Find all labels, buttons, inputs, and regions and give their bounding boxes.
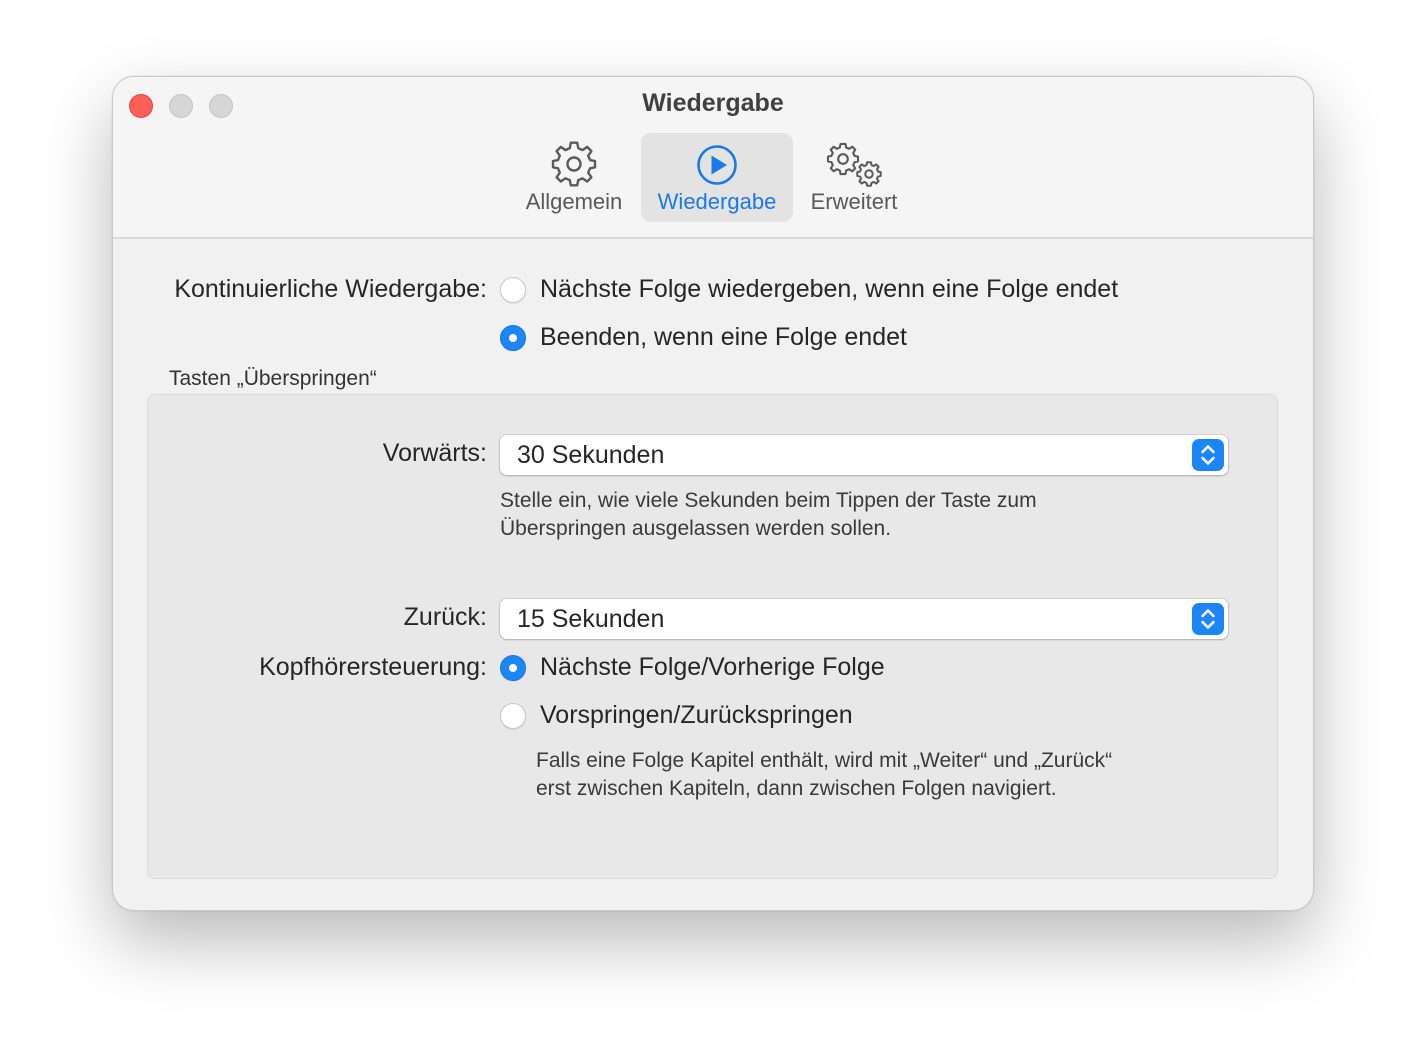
- forward-hint-line-1: Stelle ein, wie viele Sekunden beim Tipp…: [500, 489, 1037, 512]
- forward-hint-line-2: Überspringen ausgelassen werden sollen.: [500, 517, 892, 540]
- headphone-hint-line-1: Falls eine Folge Kapitel enthält, wird m…: [536, 749, 1113, 772]
- headphone-control-label: Kopfhörersteuerung:: [259, 653, 487, 681]
- radio-next-episode-label[interactable]: Nächste Folge wiedergeben, wenn eine Fol…: [540, 275, 1118, 304]
- chevron-up-down-icon: [1192, 439, 1224, 471]
- radio-skip-forward-back-label[interactable]: Vorspringen/Zurückspringen: [540, 701, 853, 730]
- title-bar: Wiedergabe Allgemein Wiedergabe Erweiter…: [113, 77, 1313, 239]
- radio-next-previous-episode[interactable]: [500, 655, 526, 681]
- radio-skip-forward-back[interactable]: [500, 703, 526, 729]
- tab-wiedergabe[interactable]: Wiedergabe: [641, 133, 793, 222]
- back-popup[interactable]: 15 Sekunden: [500, 599, 1228, 639]
- skip-buttons-group-title: Tasten „Überspringen“: [169, 367, 377, 390]
- preferences-window: Wiedergabe Allgemein Wiedergabe Erweiter…: [112, 76, 1314, 911]
- back-popup-value: 15 Sekunden: [517, 605, 665, 633]
- radio-stop-playback[interactable]: [500, 325, 526, 351]
- forward-label: Vorwärts:: [382, 439, 487, 467]
- tab-allgemein[interactable]: Allgemein: [511, 133, 637, 222]
- forward-popup[interactable]: 30 Sekunden: [500, 435, 1228, 475]
- chevron-up-down-icon: [1192, 603, 1224, 635]
- tab-label: Wiedergabe: [657, 189, 777, 214]
- back-label: Zurück:: [403, 603, 487, 631]
- radio-stop-playback-label[interactable]: Beenden, wenn eine Folge endet: [540, 323, 907, 352]
- tab-label: Erweitert: [810, 189, 898, 214]
- play-circle-icon: [641, 141, 793, 187]
- radio-next-previous-episode-label[interactable]: Nächste Folge/Vorherige Folge: [540, 653, 885, 682]
- headphone-hint-line-2: erst zwischen Kapiteln, dann zwischen Fo…: [536, 777, 1057, 800]
- tab-erweitert[interactable]: Erweitert: [797, 133, 911, 222]
- double-gear-icon: [797, 141, 911, 187]
- continuous-playback-label: Kontinuierliche Wiedergabe:: [174, 275, 487, 303]
- preferences-content: Kontinuierliche Wiedergabe: Nächste Folg…: [113, 239, 1313, 910]
- gear-icon: [511, 141, 637, 187]
- window-title: Wiedergabe: [642, 89, 784, 117]
- forward-popup-value: 30 Sekunden: [517, 441, 665, 469]
- tab-label: Allgemein: [525, 189, 623, 214]
- radio-next-episode[interactable]: [500, 277, 526, 303]
